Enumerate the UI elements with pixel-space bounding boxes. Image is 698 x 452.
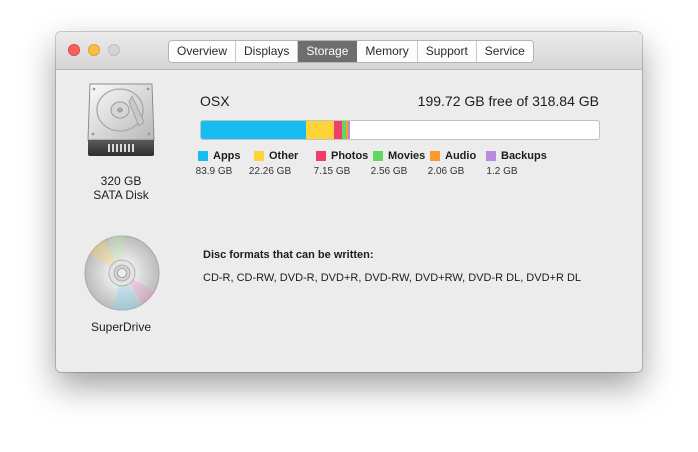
legend-name: Movies bbox=[388, 150, 426, 162]
legend-size: 2.06 GB bbox=[427, 166, 465, 177]
usage-segment-other bbox=[305, 121, 334, 139]
legend-swatch bbox=[486, 151, 496, 161]
legend-name: Audio bbox=[445, 150, 477, 162]
hard-disk-label: 320 GB SATA Disk bbox=[76, 174, 166, 202]
zoom-button[interactable] bbox=[108, 44, 120, 56]
volume-free-space: 199.72 GB free of 318.84 GB bbox=[417, 93, 599, 109]
disc-formats-heading: Disc formats that can be written: bbox=[203, 249, 374, 261]
tab-memory[interactable]: Memory bbox=[357, 41, 418, 62]
tab-service[interactable]: Service bbox=[476, 41, 533, 62]
legend-name: Apps bbox=[213, 150, 241, 162]
storage-legend: Apps 83.9 GB Other 22.26 GB Photos 7.15 GB Mov… bbox=[196, 150, 618, 184]
close-button[interactable] bbox=[68, 44, 80, 56]
legend-swatch bbox=[430, 151, 440, 161]
legend-name: Backups bbox=[501, 150, 547, 162]
usage-segment-apps bbox=[201, 121, 306, 139]
legend-swatch bbox=[254, 151, 264, 161]
disk-size-label: 320 GB bbox=[100, 174, 142, 188]
tab-bar: Overview Displays Storage Memory Support Serv… bbox=[168, 40, 534, 63]
disk-type-label: SATA Disk bbox=[93, 188, 149, 202]
storage-pane: 320 GB SATA Disk OSX 199.72 GB free of 3… bbox=[56, 70, 642, 372]
legend-size: 7.15 GB bbox=[313, 166, 351, 177]
legend-size: 22.26 GB bbox=[248, 166, 292, 177]
minimize-button[interactable] bbox=[88, 44, 100, 56]
legend-name: Photos bbox=[331, 150, 369, 162]
legend-size: 1.2 GB bbox=[486, 166, 518, 177]
tab-displays[interactable]: Displays bbox=[236, 41, 299, 62]
disc-formats-list: CD-R, CD-RW, DVD-R, DVD+R, DVD-RW, DVD+R… bbox=[203, 272, 582, 284]
legend-swatch bbox=[316, 151, 326, 161]
about-this-mac-window: Overview Displays Storage Memory Support Serv… bbox=[56, 32, 642, 372]
storage-usage-bar bbox=[200, 120, 600, 140]
tab-overview[interactable]: Overview bbox=[169, 41, 237, 62]
legend-swatch bbox=[198, 151, 208, 161]
legend-size: 2.56 GB bbox=[370, 166, 408, 177]
legend-name: Other bbox=[269, 150, 299, 162]
volume-name: OSX bbox=[200, 93, 230, 109]
legend-size: 83.9 GB bbox=[195, 166, 233, 177]
usage-segment-photos bbox=[333, 121, 343, 139]
usage-segment-backups bbox=[348, 121, 350, 139]
tab-support[interactable]: Support bbox=[417, 41, 477, 62]
titlebar: Overview Displays Storage Memory Support Serv… bbox=[56, 32, 642, 70]
hard-disk-icon bbox=[86, 82, 156, 158]
legend-swatch bbox=[373, 151, 383, 161]
optical-disc-icon bbox=[83, 234, 161, 312]
superdrive-label: SuperDrive bbox=[90, 320, 152, 334]
tab-storage[interactable]: Storage bbox=[298, 41, 358, 62]
